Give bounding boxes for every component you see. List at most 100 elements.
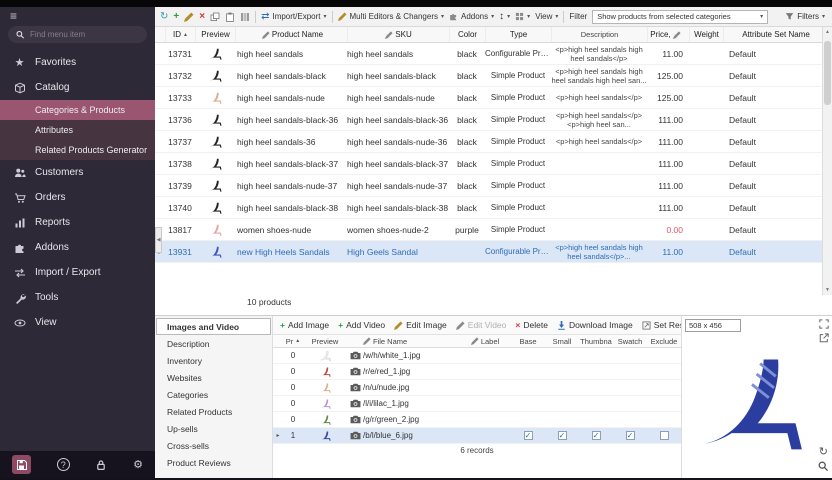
scroll-down-icon[interactable]: ▼	[825, 287, 830, 293]
delete-product-icon[interactable]: ×	[199, 12, 205, 22]
save-button[interactable]	[12, 455, 31, 474]
scrollbar-thumb[interactable]	[824, 41, 831, 105]
vertical-scrollbar[interactable]: ▲▼	[822, 27, 832, 295]
multi-editors-menu[interactable]: Multi Editors & Changers ▾	[338, 12, 445, 21]
paste-icon[interactable]	[225, 12, 235, 22]
tab-related-products[interactable]: Related Products	[156, 403, 271, 420]
col-header-weight[interactable]: Weight	[689, 27, 723, 42]
filter-select[interactable]: Show products from selected categories ▾	[592, 10, 768, 24]
image-row[interactable]: 0 /w/h/white_1.jpg	[273, 348, 681, 364]
sidebar-item-related-products-generator[interactable]: Related Products Generator	[0, 140, 155, 160]
col-header-preview[interactable]: Preview	[303, 337, 347, 346]
sidebar-collapse-handle[interactable]: ◀	[155, 227, 162, 253]
refresh-icon[interactable]: ↻	[160, 12, 168, 22]
col-header-id[interactable]: ID▲	[165, 27, 195, 42]
image-size-field[interactable]	[685, 319, 741, 332]
open-external-button[interactable]	[819, 333, 829, 345]
table-row[interactable]: 13817 women shoes-nudewomen shoes-nude-2…	[155, 219, 822, 241]
col-header-price[interactable]: Price,	[647, 27, 689, 42]
edit-video-button[interactable]: Edit Video	[456, 320, 507, 330]
col-header-label[interactable]: Label	[459, 337, 511, 346]
col-header-base[interactable]: Base	[511, 337, 545, 346]
col-header-preview[interactable]: Preview	[195, 27, 235, 42]
add-product-icon[interactable]: +	[173, 12, 179, 22]
sidebar-item-import-export[interactable]: Import / Export	[0, 260, 155, 285]
sidebar-item-categories-products[interactable]: Categories & Products	[0, 100, 155, 120]
tab-categories[interactable]: Categories	[156, 386, 271, 403]
sidebar-item-tools[interactable]: Tools	[0, 285, 155, 310]
sidebar-item-orders[interactable]: Orders	[0, 185, 155, 210]
selected-row-marker	[273, 432, 283, 439]
columns-icon[interactable]	[240, 12, 250, 22]
sort-menu[interactable]: ↕▾	[499, 12, 510, 22]
col-header-description[interactable]: Description	[551, 27, 647, 42]
col-header-exclude[interactable]: Exclude	[647, 337, 681, 346]
sidebar-item-attributes[interactable]: Attributes	[0, 120, 155, 140]
image-row[interactable]: 0 /r/e/red_1.jpg	[273, 364, 681, 380]
sidebar-item-favorites[interactable]: ★ Favorites	[0, 50, 155, 75]
filters-button[interactable]: Filters ▾	[785, 12, 827, 21]
tab-images-and-video[interactable]: Images and Video	[156, 318, 271, 335]
tab-up-sells[interactable]: Up-sells	[156, 420, 271, 437]
fullscreen-button[interactable]	[819, 319, 829, 331]
sidebar-item-view[interactable]: View	[0, 310, 155, 335]
sidebar-item-addons[interactable]: Addons	[0, 235, 155, 260]
image-row[interactable]: 0 /l/i/lilac_1.jpg	[273, 396, 681, 412]
image-row[interactable]: 0 /n/u/nude.jpg	[273, 380, 681, 396]
col-header-color[interactable]: Color	[449, 27, 485, 42]
addons-menu[interactable]: Addons ▾	[449, 12, 494, 21]
sidebar-item-customers[interactable]: Customers	[0, 160, 155, 185]
rotate-button[interactable]: ↻	[819, 445, 828, 458]
search-input[interactable]	[30, 30, 139, 39]
swatch-checkbox[interactable]	[626, 431, 635, 440]
tab-inventory[interactable]: Inventory	[156, 352, 271, 369]
table-row[interactable]: 13739 high heel sandals-nude-37high heel…	[155, 175, 822, 197]
sidebar-item-catalog[interactable]: Catalog	[0, 75, 155, 100]
col-header-thumbnail[interactable]: Thumbna	[579, 337, 613, 346]
table-row[interactable]: 13740 high heel sandals-black-38high hee…	[155, 197, 822, 219]
table-row[interactable]: 13738 high heel sandals-black-37high hee…	[155, 153, 822, 175]
scroll-up-icon[interactable]: ▲	[825, 29, 830, 35]
settings-button[interactable]: ⚙	[133, 458, 143, 471]
delete-image-button[interactable]: ×Delete	[515, 320, 548, 330]
import-export-menu[interactable]: ⇄ Import/Export ▾	[261, 12, 326, 22]
sidebar-item-reports[interactable]: Reports	[0, 210, 155, 235]
base-checkbox[interactable]	[524, 431, 533, 440]
col-header-file-name[interactable]: File Name	[363, 337, 459, 346]
table-row[interactable]: 13732 high heel sandals-blackhigh heel s…	[155, 65, 822, 87]
exclude-checkbox[interactable]	[660, 431, 669, 440]
copy-icon[interactable]	[210, 12, 220, 22]
col-header-type[interactable]: Type	[485, 27, 551, 42]
download-image-button[interactable]: Download Image	[557, 320, 633, 330]
col-header-position[interactable]: Pr▲	[283, 337, 303, 346]
image-row-selected[interactable]: 1 /b/l/blue_6.jpg	[273, 428, 681, 444]
tab-cross-sells[interactable]: Cross-sells	[156, 437, 271, 454]
col-header-small[interactable]: Small	[545, 337, 579, 346]
layout-menu[interactable]: ▾	[515, 12, 530, 21]
edit-image-button[interactable]: Edit Image	[394, 320, 447, 330]
view-menu[interactable]: View ▾	[535, 12, 558, 21]
col-header-attribute-set[interactable]: Attribute Set Name	[723, 27, 822, 42]
table-row[interactable]: 13736 high heel sandals-black-36high hee…	[155, 109, 822, 131]
lock-button[interactable]	[95, 459, 107, 471]
small-checkbox[interactable]	[558, 431, 567, 440]
image-row[interactable]: 0 /g/r/green_2.jpg	[273, 412, 681, 428]
col-header-swatch[interactable]: Swatch	[613, 337, 647, 346]
zoom-button[interactable]	[818, 461, 828, 473]
help-button[interactable]: ?	[57, 458, 70, 471]
table-row[interactable]: 13733 high heel sandals-nudehigh heel sa…	[155, 87, 822, 109]
table-row[interactable]: 13737 high heel sandals-36high heel sand…	[155, 131, 822, 153]
set-resize-rule-button[interactable]: Set Resize Rule▾	[642, 320, 681, 330]
table-row-selected[interactable]: 13931 new High Heels SandalsHigh Geels S…	[155, 241, 822, 263]
tab-description[interactable]: Description	[156, 335, 271, 352]
col-header-product-name[interactable]: Product Name	[235, 27, 347, 42]
tab-websites[interactable]: Websites	[156, 369, 271, 386]
add-video-button[interactable]: +Add Video	[338, 320, 385, 330]
edit-product-icon[interactable]	[184, 12, 194, 22]
table-row[interactable]: 13731 high heel sandalshigh heel sandals…	[155, 43, 822, 65]
hamburger-menu-icon[interactable]: ≡	[0, 7, 155, 25]
thumbnail-checkbox[interactable]	[592, 431, 601, 440]
tab-product-reviews[interactable]: Product Reviews	[156, 454, 271, 471]
col-header-sku[interactable]: SKU	[347, 27, 449, 42]
add-image-button[interactable]: +Add Image	[280, 320, 329, 330]
